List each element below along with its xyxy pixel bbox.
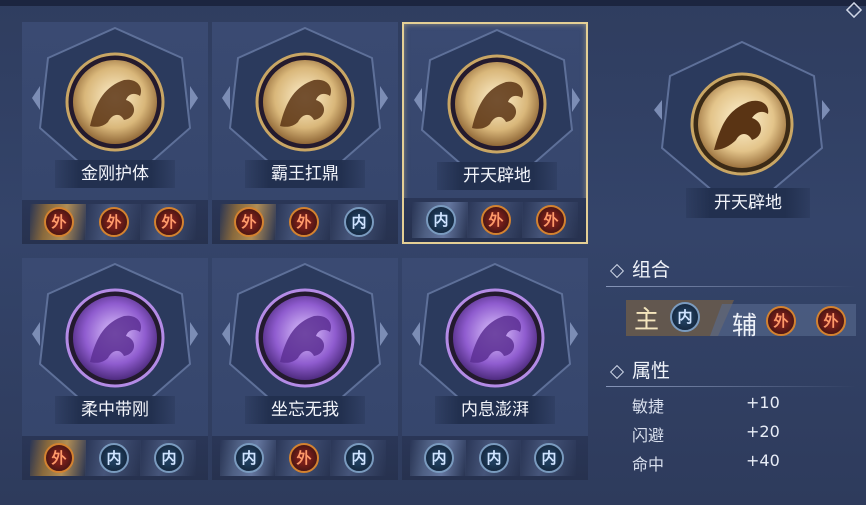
attr-name-dodge: 闪避 — [632, 426, 665, 445]
aux-badge-wai-2: 外 — [816, 306, 846, 336]
badge-nei: 内 — [534, 443, 564, 473]
aux-badge-wai-1: 外 — [766, 306, 796, 336]
skill-name: 坐忘无我 — [245, 396, 365, 424]
detail-emblem — [652, 40, 832, 200]
badge-row: 内外外 — [404, 198, 586, 242]
attr-name-hit: 命中 — [632, 455, 665, 474]
badge-wai: 外 — [44, 207, 74, 237]
badge-row: 外外外 — [22, 200, 208, 244]
detail-skill-name: 开天辟地 — [686, 188, 810, 218]
combo-row: 主 内 辅 外 外 — [626, 296, 856, 340]
skill-card[interactable]: 柔中带刚外内内 — [22, 258, 208, 480]
skill-card[interactable]: 霸王扛鼎外外内 — [212, 22, 398, 244]
badge-wai: 外 — [536, 205, 566, 235]
skill-name: 柔中带刚 — [55, 396, 175, 424]
skill-card[interactable]: 金刚护体外外外 — [22, 22, 208, 244]
badge-wai: 外 — [481, 205, 511, 235]
badge-wai: 外 — [44, 443, 74, 473]
badge-nei: 内 — [426, 205, 456, 235]
badge-wai: 外 — [289, 207, 319, 237]
divider — [606, 286, 856, 287]
skill-card[interactable]: 开天辟地内外外 — [402, 22, 588, 244]
badge-row: 外内内 — [22, 436, 208, 480]
attr-value-hit: +40 — [746, 451, 780, 470]
skill-card[interactable]: 坐忘无我内外内 — [212, 258, 398, 480]
skill-name: 金刚护体 — [55, 160, 175, 188]
badge-nei: 内 — [234, 443, 264, 473]
attr-value-dodge: +20 — [746, 422, 780, 441]
badge-wai: 外 — [234, 207, 264, 237]
attr-name-agility: 敏捷 — [632, 397, 665, 416]
badge-row: 内外内 — [212, 436, 398, 480]
aux-label: 辅 — [732, 311, 758, 340]
diamond-icon — [609, 364, 625, 379]
combo-header: 组合 — [609, 255, 671, 282]
attr-title: 属性 — [632, 360, 671, 382]
badge-row: 内内内 — [402, 436, 588, 480]
skill-name: 内息澎湃 — [435, 396, 555, 424]
badge-nei: 内 — [154, 443, 184, 473]
skill-card[interactable]: 内息澎湃内内内 — [402, 258, 588, 480]
badge-nei: 内 — [424, 443, 454, 473]
combo-title: 组合 — [632, 259, 671, 281]
badge-wai: 外 — [99, 207, 129, 237]
badge-nei: 内 — [344, 207, 374, 237]
attr-value-agility: +10 — [746, 393, 780, 412]
divider — [606, 386, 856, 387]
badge-nei: 内 — [479, 443, 509, 473]
main-badge-nei: 内 — [670, 302, 700, 332]
skill-name: 开天辟地 — [437, 162, 557, 190]
diamond-icon — [609, 263, 625, 278]
top-bar — [0, 0, 866, 6]
badge-nei: 内 — [99, 443, 129, 473]
main-label: 主 — [634, 305, 660, 334]
badge-wai: 外 — [154, 207, 184, 237]
badge-wai: 外 — [289, 443, 319, 473]
skill-name: 霸王扛鼎 — [245, 160, 365, 188]
close-diamond-icon[interactable] — [845, 1, 863, 19]
badge-nei: 内 — [344, 443, 374, 473]
attr-header: 属性 — [609, 356, 671, 383]
badge-row: 外外内 — [212, 200, 398, 244]
